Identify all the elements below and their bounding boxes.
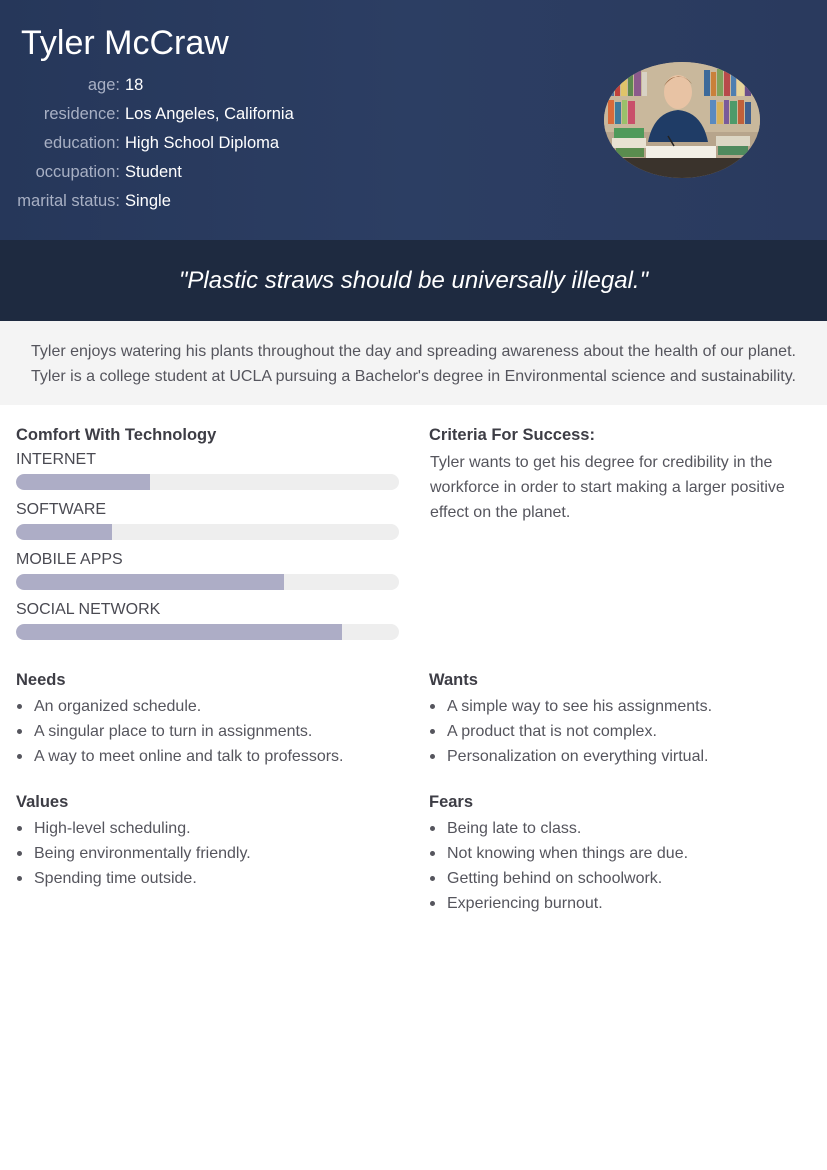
list-item: High-level scheduling. [16,816,251,841]
fact-value: 18 [125,76,144,94]
fears-list: Being late to class. Not knowing when th… [429,816,688,916]
list-item: A product that is not complex. [429,719,712,744]
fact-label: occupation: [35,163,120,181]
list-item: Being environmentally friendly. [16,841,251,866]
fact-value: High School Diploma [125,134,280,152]
persona-header: Tyler McCraw age: 18 residence: Los Ange… [0,0,827,240]
fact-value: Student [125,163,182,181]
skill-label-mobile-apps: MOBILE APPS [16,551,123,568]
list-item: A way to meet online and talk to profess… [16,744,344,769]
fact-value: Single [125,192,171,210]
fact-education: education: High School Diploma [0,134,400,158]
skill-bar-mobile-apps [16,574,399,590]
fact-label: residence: [43,105,120,123]
fact-residence: residence: Los Angeles, California [0,105,400,129]
skill-label-software: SOFTWARE [16,501,107,518]
needs-list: An organized schedule. A singular place … [16,694,344,769]
criteria-text: Tyler wants to get his degree for credib… [430,454,785,521]
list-item: Not knowing when things are due. [429,841,688,866]
values-list: High-level scheduling. Being environment… [16,816,251,891]
list-item: An organized schedule. [16,694,344,719]
list-item: Personalization on everything virtual. [429,744,712,769]
skill-bar-internet [16,474,399,490]
list-item: A simple way to see his assignments. [429,694,712,719]
persona-quote: "Plastic straws should be universally il… [0,240,827,321]
technology-title: Comfort With Technology [16,426,217,444]
bio-line: Tyler is a college student at UCLA pursu… [31,368,796,385]
fears-title: Fears [429,793,474,811]
persona-bio: Tyler enjoys watering his plants through… [0,321,827,405]
wants-list: A simple way to see his assignments. A p… [429,694,712,769]
criteria-title: Criteria For Success: [429,426,595,444]
skill-bar-fill [16,524,112,540]
skill-bar-social-network [16,624,399,640]
wants-title: Wants [429,671,478,689]
fact-value: Los Angeles, California [125,105,294,123]
skill-bar-fill [16,624,342,640]
student-photo-icon [604,62,760,178]
persona-name: Tyler McCraw [21,24,229,62]
fact-label: marital status: [17,192,120,210]
list-item: Experiencing burnout. [429,891,688,916]
skill-label-internet: INTERNET [16,451,96,468]
fact-marital-status: marital status: Single [0,192,400,216]
list-item: A singular place to turn in assignments. [16,719,344,744]
list-item: Getting behind on schoolwork. [429,866,688,891]
fact-age: age: 18 [0,76,400,100]
skill-bar-fill [16,574,285,590]
skill-label-social-network: SOCIAL NETWORK [16,601,161,618]
needs-title: Needs [16,671,66,689]
avatar-photo [604,62,760,178]
list-item: Being late to class. [429,816,688,841]
list-item: Spending time outside. [16,866,251,891]
fact-label: age: [87,76,120,94]
skill-bar-software [16,524,399,540]
fact-label: education: [43,134,120,152]
fact-occupation: occupation: Student [0,163,400,187]
bio-line: Tyler enjoys watering his plants through… [31,343,796,360]
skill-bar-fill [16,474,151,490]
values-title: Values [16,793,69,811]
